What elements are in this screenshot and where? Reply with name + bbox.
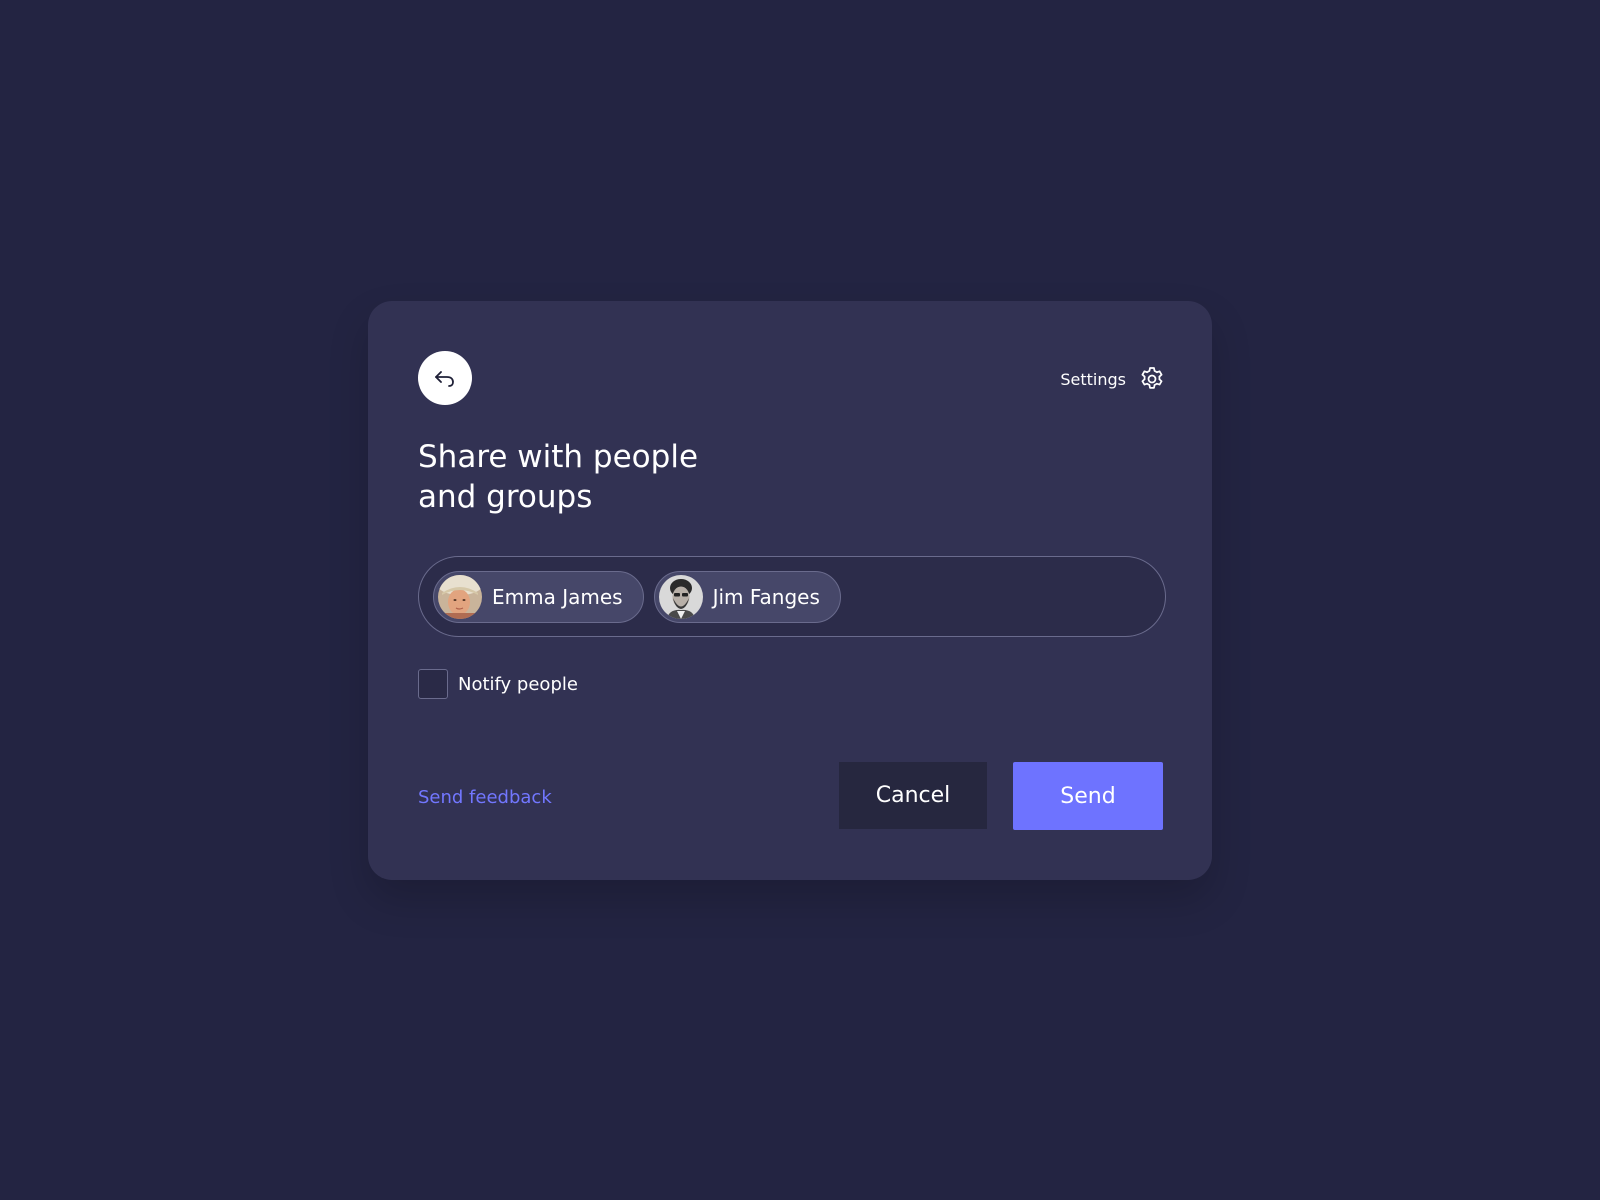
notify-people-checkbox[interactable] bbox=[418, 669, 448, 699]
back-button[interactable] bbox=[418, 351, 472, 405]
cancel-button[interactable]: Cancel bbox=[839, 762, 987, 829]
avatar bbox=[438, 574, 482, 619]
reply-arrow-icon bbox=[435, 371, 454, 387]
settings-label: Settings bbox=[1060, 369, 1126, 389]
notify-people-option: Notify people bbox=[418, 669, 578, 699]
avatar bbox=[658, 574, 703, 619]
dialog-title: Share with people and groups bbox=[418, 437, 778, 517]
send-button[interactable]: Send bbox=[1013, 762, 1163, 830]
share-dialog: Settings Share with people and groups Em… bbox=[368, 301, 1212, 880]
settings-button[interactable]: Settings bbox=[1060, 365, 1166, 393]
title-line-1: Share with people bbox=[418, 439, 699, 475]
recipient-name: Emma James bbox=[492, 584, 623, 609]
gear-icon bbox=[1138, 365, 1166, 393]
recipient-chip-jim-fanges[interactable]: Jim Fanges bbox=[653, 570, 841, 623]
notify-people-label: Notify people bbox=[458, 673, 578, 695]
title-line-2: and groups bbox=[418, 479, 593, 515]
send-feedback-link[interactable]: Send feedback bbox=[418, 787, 552, 808]
recipient-chip-emma-james[interactable]: Emma James bbox=[433, 570, 644, 623]
recipient-name: Jim Fanges bbox=[712, 584, 820, 609]
recipients-input[interactable]: Emma James Jim Fanges bbox=[418, 556, 1166, 637]
